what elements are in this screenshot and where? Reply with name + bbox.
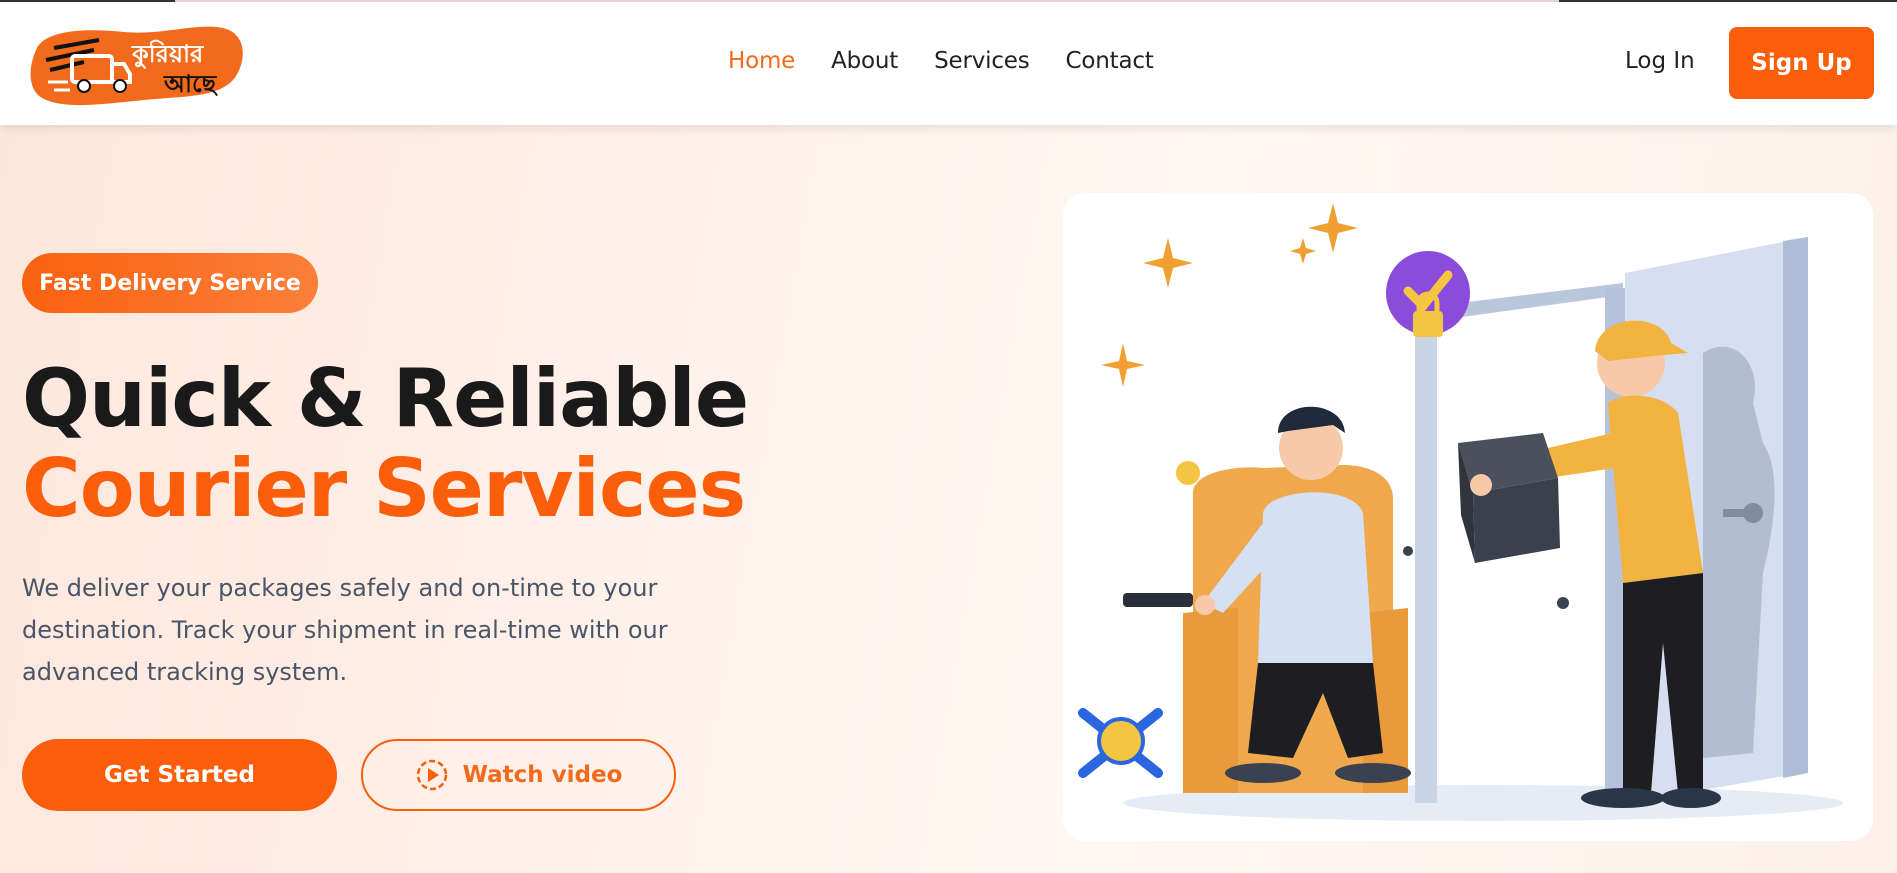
hero-title-line1: Quick & Reliable	[22, 352, 749, 445]
nav-contact[interactable]: Contact	[1066, 48, 1154, 74]
get-started-button[interactable]: Get Started	[22, 739, 337, 811]
hero-title-line2: Courier Services	[22, 442, 746, 535]
hero-section: Fast Delivery Service Quick & Reliable C…	[0, 125, 1897, 873]
play-circle-icon	[416, 759, 447, 791]
svg-text:আছে: আছে	[163, 70, 219, 98]
courier-delivery-illustration	[1078, 203, 1843, 821]
nav-about[interactable]: About	[831, 48, 898, 74]
watch-video-button[interactable]: Watch video	[361, 739, 676, 811]
login-link[interactable]: Log In	[1625, 48, 1695, 74]
watch-video-label: Watch video	[462, 762, 623, 788]
site-header: কুরিয়ার আছে Home About Services Contact…	[0, 2, 1897, 125]
hero-description: We deliver your packages safely and on-t…	[22, 574, 668, 686]
hero-illustration	[1063, 193, 1873, 841]
signup-button[interactable]: Sign Up	[1729, 27, 1874, 99]
main-nav: Home About Services Contact	[728, 48, 1154, 74]
hero-badge: Fast Delivery Service	[22, 253, 318, 313]
nav-services[interactable]: Services	[934, 48, 1030, 74]
brand-logo[interactable]: কুরিয়ার আছে	[24, 20, 249, 108]
nav-home[interactable]: Home	[728, 48, 795, 74]
svg-text:কুরিয়ার: কুরিয়ার	[131, 39, 204, 69]
